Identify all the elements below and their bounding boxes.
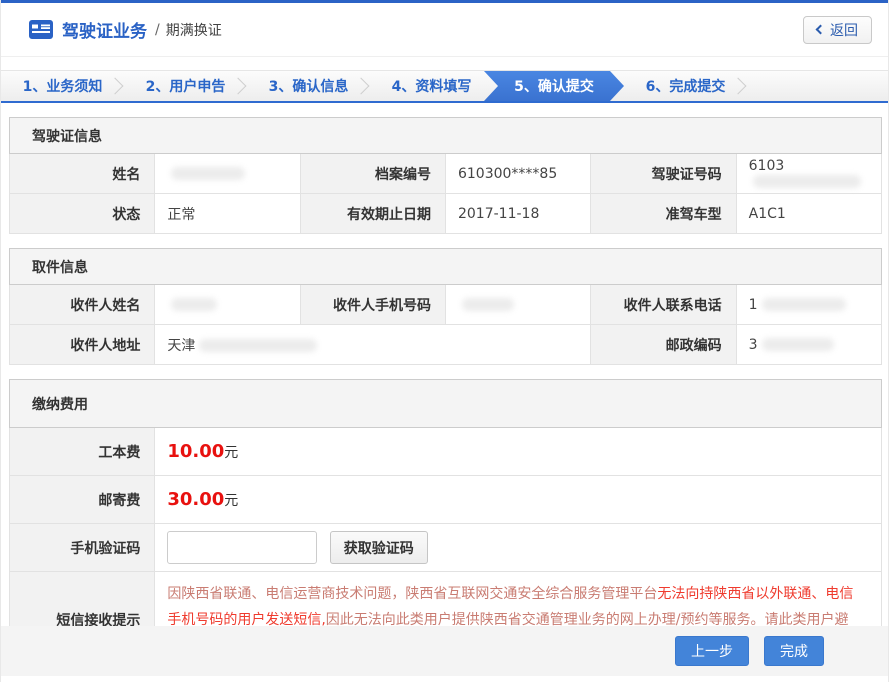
table-row: 邮寄费 30.00元 — [10, 476, 882, 524]
name-label: 姓名 — [10, 154, 155, 194]
finish-button[interactable]: 完成 — [764, 636, 824, 666]
tab-step-4[interactable]: 4、资料填写 — [370, 71, 493, 101]
name-value — [155, 154, 300, 194]
back-button[interactable]: 返回 — [803, 16, 872, 44]
production-fee-amount: 10.00 — [167, 441, 224, 462]
license-card-icon — [29, 20, 53, 39]
redacted-mobile — [462, 298, 514, 311]
expiry-label: 有效期止日期 — [300, 194, 445, 234]
redacted-recipient — [171, 298, 217, 311]
recipient-phone-label: 收件人联系电话 — [591, 285, 736, 325]
recipient-name-label: 收件人姓名 — [10, 285, 155, 325]
sms-code-label: 手机验证码 — [10, 524, 155, 572]
vehicle-class-label: 准驾车型 — [591, 194, 736, 234]
recipient-name-value — [155, 285, 300, 325]
recipient-phone-value: 1 — [736, 285, 881, 325]
sms-code-cell: 获取验证码 — [155, 524, 882, 572]
fee-unit: 元 — [224, 493, 238, 509]
table-row: 手机验证码 获取验证码 — [10, 524, 882, 572]
redacted-postal — [762, 338, 834, 351]
tab-strip-filler — [747, 71, 888, 101]
table-row: 收件人姓名 收件人手机号码 收件人联系电话 1 — [10, 285, 882, 325]
back-button-label: 返回 — [830, 20, 858, 40]
status-label: 状态 — [10, 194, 155, 234]
recipient-mobile-value — [445, 285, 590, 325]
redacted-address — [199, 339, 317, 352]
postage-fee-label: 邮寄费 — [10, 476, 155, 524]
table-row: 工本费 10.00元 — [10, 428, 882, 476]
redacted-license-no — [753, 175, 861, 188]
table-row: 状态 正常 有效期止日期 2017-11-18 准驾车型 A1C1 — [10, 194, 882, 234]
license-no-label: 驾驶证号码 — [591, 154, 736, 194]
pickup-section-title: 取件信息 — [10, 249, 882, 285]
recipient-address-value: 天津 — [155, 325, 591, 365]
tab-step-6[interactable]: 6、完成提交 — [624, 71, 747, 101]
postal-code-label: 邮政编码 — [591, 325, 736, 365]
fee-unit: 元 — [224, 445, 238, 461]
redacted-phone — [762, 298, 846, 311]
breadcrumb-current: 期满换证 — [166, 20, 222, 40]
license-info-table: 驾驶证信息 姓名 档案编号 610300****85 驾驶证号码 6103 状态… — [9, 117, 882, 234]
expiry-value: 2017-11-18 — [445, 194, 590, 234]
status-value: 正常 — [155, 194, 300, 234]
breadcrumb-separator: / — [155, 22, 160, 38]
tab-step-5-active[interactable]: 5、确认提交 — [484, 71, 624, 101]
production-fee-label: 工本费 — [10, 428, 155, 476]
redacted-name — [171, 167, 245, 180]
chevron-left-icon — [816, 25, 826, 35]
production-fee-value: 10.00元 — [155, 428, 882, 476]
sms-note-part1: 因陕西省联通、电信运营商技术问题，陕西省互联网交通安全综合服务管理平台 — [167, 586, 657, 602]
get-sms-code-button[interactable]: 获取验证码 — [330, 531, 428, 564]
tab-step-3[interactable]: 3、确认信息 — [247, 71, 370, 101]
recipient-address-label: 收件人地址 — [10, 325, 155, 365]
tab-step-1[interactable]: 1、业务须知 — [1, 71, 124, 101]
recipient-mobile-label: 收件人手机号码 — [300, 285, 445, 325]
previous-step-button[interactable]: 上一步 — [675, 636, 749, 666]
page-header: 驾驶证业务 / 期满换证 返回 — [1, 3, 888, 57]
fees-section-title: 缴纳费用 — [10, 380, 882, 428]
postage-fee-value: 30.00元 — [155, 476, 882, 524]
postage-fee-amount: 30.00 — [167, 489, 224, 510]
archive-no-value: 610300****85 — [445, 154, 590, 194]
vehicle-class-value: A1C1 — [736, 194, 881, 234]
sms-code-input[interactable] — [167, 531, 317, 564]
table-row: 姓名 档案编号 610300****85 驾驶证号码 6103 — [10, 154, 882, 194]
postal-code-value: 3 — [736, 325, 881, 365]
footer-action-bar: 上一步 完成 — [1, 626, 888, 676]
license-section-title: 驾驶证信息 — [10, 118, 882, 154]
license-no-value: 6103 — [736, 154, 881, 194]
page-title: 驾驶证业务 — [62, 17, 147, 42]
table-row: 收件人地址 天津 邮政编码 3 — [10, 325, 882, 365]
archive-no-label: 档案编号 — [300, 154, 445, 194]
pickup-info-table: 取件信息 收件人姓名 收件人手机号码 收件人联系电话 1 收件人地址 天津 邮政… — [9, 248, 882, 365]
step-tabs: 1、业务须知 2、用户申告 3、确认信息 4、资料填写 5、确认提交 6、完成提… — [1, 70, 888, 103]
tab-step-2[interactable]: 2、用户申告 — [124, 71, 247, 101]
